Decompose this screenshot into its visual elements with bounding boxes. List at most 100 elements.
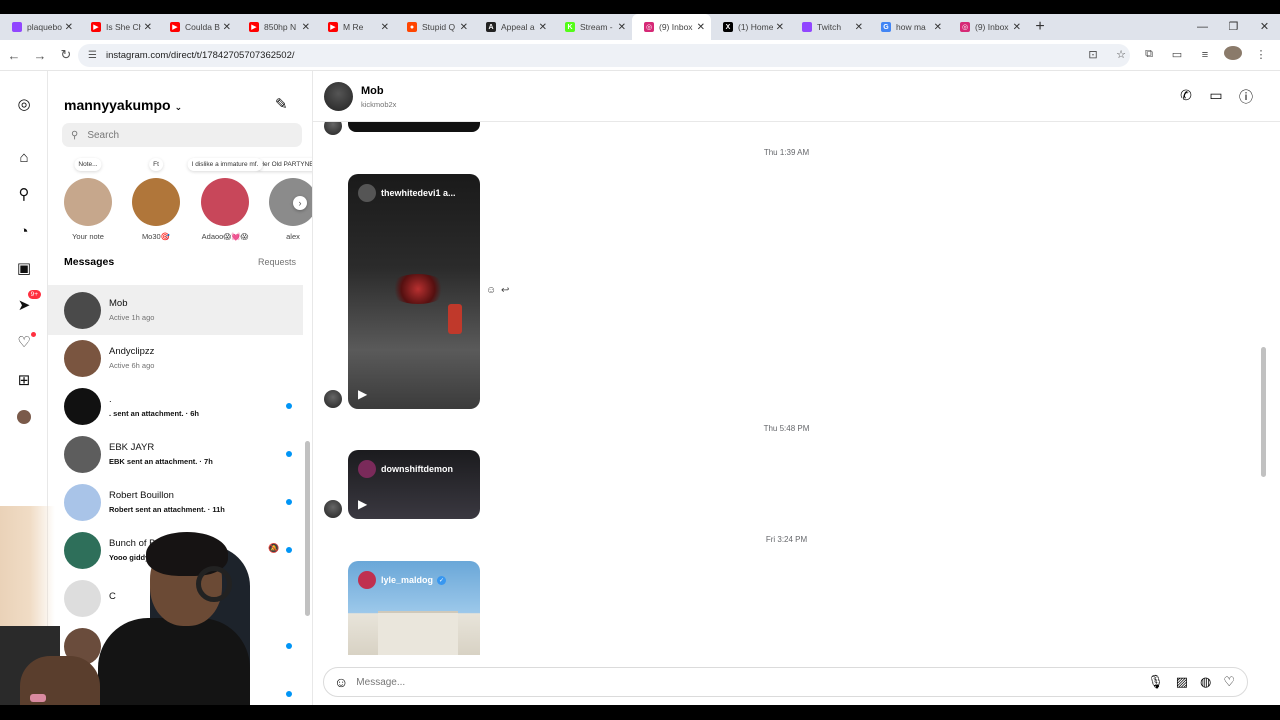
microphone-icon[interactable]: 🎙	[1147, 674, 1164, 690]
browser-tab[interactable]: ● Stupid Q ✕	[395, 14, 474, 40]
reels-icon[interactable]: ▣	[14, 258, 34, 278]
notes-next-arrow-icon[interactable]: ›	[293, 196, 307, 210]
profile-avatar-icon[interactable]	[14, 407, 34, 427]
react-emoji-icon[interactable]: ☺	[486, 285, 496, 296]
heart-icon[interactable]: ♡	[1223, 674, 1235, 690]
close-tab-icon[interactable]: ✕	[223, 22, 231, 33]
side-panel-icon[interactable]: ▭	[1168, 48, 1186, 61]
thread-row[interactable]: EBK JAYR EBK sent an attachment. · 7h	[48, 429, 303, 479]
close-tab-icon[interactable]: ✕	[1013, 22, 1021, 33]
phone-icon[interactable]: ✆	[1178, 87, 1194, 107]
browser-tab[interactable]: ▶ 850hp N ✕	[237, 14, 316, 40]
close-window-icon[interactable]: ✕	[1249, 14, 1280, 40]
timestamp: Thu 5:48 PM	[763, 424, 810, 433]
note-item[interactable]: I dislike a immature mf. Adaoo😱💓😱	[187, 158, 263, 241]
new-message-icon[interactable]: ✎	[275, 95, 288, 113]
install-app-icon[interactable]: ⊡	[1084, 48, 1102, 61]
forward-icon[interactable]: →	[28, 48, 52, 63]
post-author: downshiftdemon	[381, 464, 453, 474]
tab-favicon-icon	[12, 22, 22, 32]
browser-tab[interactable]: Twitch ✕	[790, 14, 869, 40]
message-composer: ☺ 🎙 ▨ ◍ ♡	[323, 667, 1248, 697]
reload-icon[interactable]: ↻	[54, 47, 78, 63]
close-tab-icon[interactable]: ✕	[381, 22, 389, 33]
search-input[interactable]	[87, 129, 278, 141]
close-tab-icon[interactable]: ✕	[144, 22, 152, 33]
taskbar-strip	[0, 705, 1280, 720]
site-info-icon[interactable]: ☰	[88, 50, 97, 61]
reel-icon: ▶	[358, 497, 368, 511]
explore-icon[interactable]: ◔	[14, 221, 34, 241]
note-item[interactable]: Ft Mo30🎯	[128, 158, 184, 241]
close-tab-icon[interactable]: ✕	[697, 22, 705, 33]
requests-link[interactable]: Requests	[258, 257, 296, 267]
tab-title: Twitch	[817, 22, 842, 32]
instagram-logo-icon[interactable]: ◎	[14, 94, 34, 114]
close-tab-icon[interactable]: ✕	[855, 22, 863, 33]
close-tab-icon[interactable]: ✕	[65, 22, 73, 33]
reply-icon[interactable]: ↩	[501, 285, 509, 296]
account-switcher[interactable]: mannyyakumpo ⌄	[64, 97, 182, 113]
url-text[interactable]: instagram.com/direct/t/17842705707362502…	[106, 50, 295, 61]
menu-icon[interactable]: ⋮	[1252, 48, 1270, 61]
shared-reel[interactable]: thewhitedevi1 a... ▶	[348, 174, 480, 409]
thread-name: EBK JAYR	[109, 442, 155, 453]
message-input[interactable]	[356, 676, 1148, 688]
note-bubble: I dislike a immature mf.	[187, 158, 263, 171]
back-icon[interactable]: ←	[2, 48, 26, 63]
shared-post[interactable]: lyle_maldog ✓	[348, 561, 480, 655]
info-icon[interactable]: ⓘ	[1238, 87, 1254, 107]
notifications-heart-icon[interactable]: ♡	[14, 332, 36, 352]
note-bubble: Ft	[149, 158, 163, 171]
close-tab-icon[interactable]: ✕	[460, 22, 468, 33]
browser-tab[interactable]: A Appeal a ✕	[474, 14, 553, 40]
thread-row[interactable]: Mob Active 1h ago	[48, 285, 303, 335]
thread-list-scrollbar[interactable]	[305, 266, 310, 705]
profile-avatar[interactable]	[1224, 46, 1242, 63]
browser-tab[interactable]: plaquebo ✕	[0, 14, 79, 40]
bookmark-star-icon[interactable]: ☆	[1112, 48, 1130, 61]
browser-tab[interactable]: ▶ Coulda B ✕	[158, 14, 237, 40]
tab-favicon-icon: ◎	[644, 22, 654, 32]
tab-favicon-icon: A	[486, 22, 496, 32]
minimize-icon[interactable]: —	[1187, 14, 1218, 40]
note-item[interactable]: Note... Your note	[60, 158, 116, 241]
chat-handle: kickmob2x	[361, 100, 397, 109]
chat-avatar[interactable]	[324, 82, 353, 111]
thread-row[interactable]: Andyclipzz Active 6h ago	[48, 333, 303, 383]
close-tab-icon[interactable]: ✕	[302, 22, 310, 33]
maximize-icon[interactable]: ❐	[1218, 14, 1249, 40]
chat-scrollbar[interactable]	[1260, 122, 1268, 652]
emoji-icon[interactable]: ☺	[334, 674, 348, 690]
browser-tab[interactable]: ▶ Is She Ch ✕	[79, 14, 158, 40]
video-icon[interactable]: ▭	[1208, 87, 1224, 107]
close-tab-icon[interactable]: ✕	[539, 22, 547, 33]
close-tab-icon[interactable]: ✕	[934, 22, 942, 33]
search-box[interactable]: ⚲	[62, 123, 302, 147]
shared-post-partial[interactable]	[348, 122, 480, 132]
home-icon[interactable]: ⌂	[14, 147, 34, 167]
create-icon[interactable]: ⊞	[14, 370, 34, 390]
browser-tab[interactable]: ◎ (9) Inbox ✕	[632, 14, 711, 40]
extensions-icon[interactable]: ⧉	[1140, 48, 1158, 61]
chevron-down-icon: ⌄	[174, 102, 183, 112]
browser-tab[interactable]: K Stream - ✕	[553, 14, 632, 40]
close-tab-icon[interactable]: ✕	[776, 22, 784, 33]
browser-tab[interactable]: ▶ M Re ✕	[316, 14, 395, 40]
browser-tab[interactable]: Ghow ma ✕	[869, 14, 948, 40]
messages-icon[interactable]: ➤ 9+	[14, 290, 41, 315]
shared-reel[interactable]: downshiftdemon ▶	[348, 450, 480, 519]
search-icon[interactable]: ⚲	[14, 184, 34, 204]
browser-tab[interactable]: ◎ (9) Inbox ✕	[948, 14, 1027, 40]
new-tab-icon[interactable]: +	[1027, 18, 1053, 36]
unread-dot	[286, 499, 292, 505]
address-bar[interactable]: ☰ instagram.com/direct/t/178427057073625…	[78, 44, 1130, 67]
browser-tab[interactable]: X (1) Home ✕	[711, 14, 790, 40]
chat-name[interactable]: Mob	[361, 85, 384, 97]
image-icon[interactable]: ▨	[1176, 674, 1188, 690]
media-controls-icon[interactable]: ≡	[1196, 49, 1214, 61]
sticker-icon[interactable]: ◍	[1200, 674, 1211, 690]
thread-row[interactable]: . . sent an attachment. · 6h	[48, 381, 303, 431]
messages-heading: Messages	[64, 256, 115, 268]
close-tab-icon[interactable]: ✕	[618, 22, 626, 33]
